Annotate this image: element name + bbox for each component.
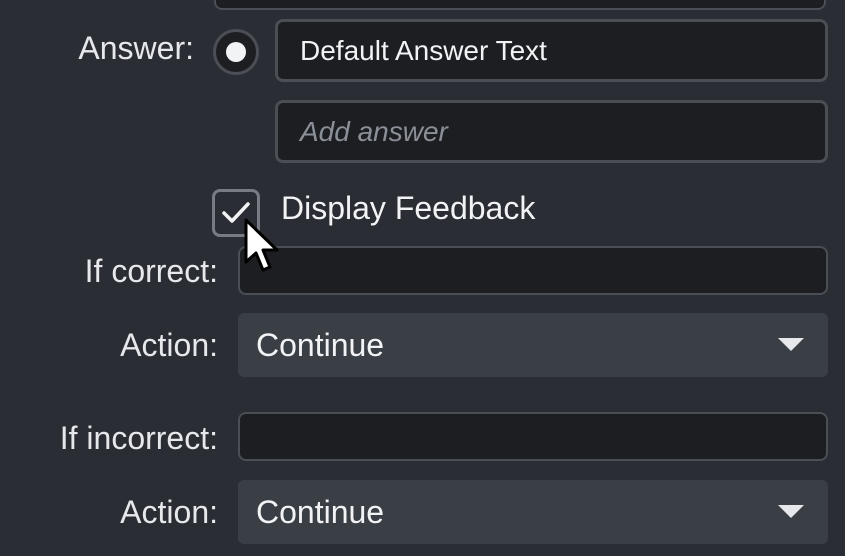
incorrect-action-value: Continue xyxy=(256,493,385,530)
if-correct-label: If correct: xyxy=(84,253,218,289)
if-incorrect-feedback-input[interactable] xyxy=(238,412,828,461)
if-correct-feedback-input[interactable] xyxy=(238,246,828,295)
incorrect-action-dropdown[interactable]: Continue xyxy=(238,480,828,544)
display-feedback-label[interactable]: Display Feedback xyxy=(281,190,535,227)
add-answer-placeholder: Add answer xyxy=(300,115,448,147)
question-field[interactable] xyxy=(214,0,826,10)
answer-input[interactable]: Default Answer Text xyxy=(275,19,828,82)
radio-selected-icon xyxy=(226,42,246,62)
quiz-answer-panel: Answer: Default Answer Text Add answer D… xyxy=(0,0,845,556)
add-answer-input[interactable]: Add answer xyxy=(275,100,828,163)
answer-label: Answer: xyxy=(78,30,194,66)
chevron-down-icon xyxy=(778,338,804,351)
correct-action-value: Continue xyxy=(256,326,385,363)
correct-action-label: Action: xyxy=(120,327,218,363)
correct-action-dropdown[interactable]: Continue xyxy=(238,313,828,377)
if-incorrect-label: If incorrect: xyxy=(59,420,218,456)
answer-radio-button[interactable] xyxy=(213,29,259,75)
answer-value: Default Answer Text xyxy=(300,34,547,66)
mouse-pointer-icon xyxy=(244,218,279,272)
chevron-down-icon xyxy=(778,505,804,518)
incorrect-action-label: Action: xyxy=(120,494,218,530)
